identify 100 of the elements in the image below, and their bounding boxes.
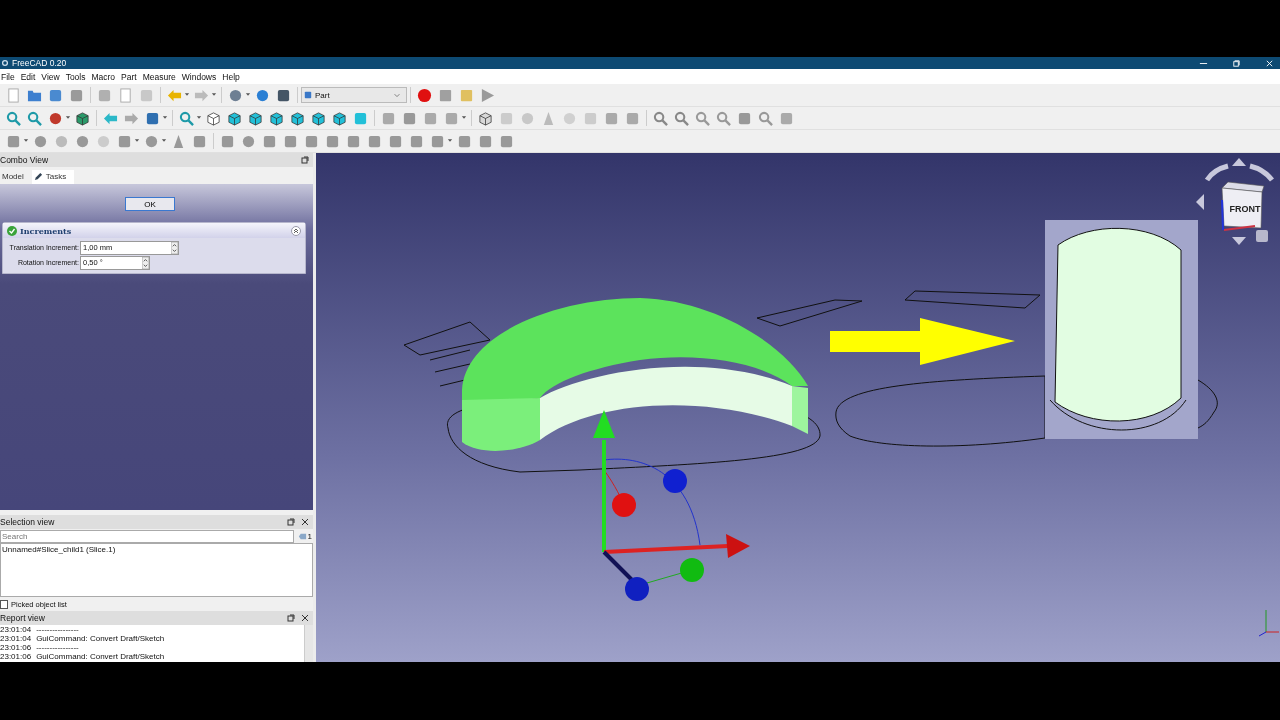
circle-icon[interactable] <box>48 110 63 126</box>
search-icon[interactable] <box>758 110 773 126</box>
cube-icon[interactable] <box>311 110 326 126</box>
caret-icon[interactable] <box>184 92 190 98</box>
caret-icon[interactable] <box>245 92 251 98</box>
cube-icon[interactable] <box>248 110 263 126</box>
square-icon[interactable] <box>48 87 63 103</box>
page-icon[interactable] <box>118 87 133 103</box>
caret-icon[interactable] <box>161 138 167 144</box>
search-icon[interactable] <box>6 110 21 126</box>
spinner-icon[interactable] <box>142 256 149 269</box>
workbench-dropdown[interactable]: Part <box>301 87 407 103</box>
nav-arrow-icon[interactable] <box>1232 237 1246 245</box>
caret-icon[interactable] <box>23 138 29 144</box>
float-icon[interactable] <box>301 156 309 164</box>
circle-icon[interactable] <box>33 133 48 149</box>
right-arrow-icon[interactable] <box>124 110 139 126</box>
gear-icon <box>1 59 9 67</box>
search-icon[interactable] <box>653 110 668 126</box>
scrollbar[interactable] <box>304 625 313 662</box>
page-icon[interactable] <box>6 87 21 103</box>
menu-item[interactable]: Measure <box>142 71 176 82</box>
circle-icon[interactable] <box>241 133 256 149</box>
clear-icon[interactable] <box>297 531 307 541</box>
check-icon <box>7 225 17 236</box>
3d-viewport[interactable]: FRONT <box>316 153 1280 662</box>
caret-icon[interactable] <box>211 92 217 98</box>
caret-icon[interactable] <box>196 115 202 121</box>
caret-icon[interactable] <box>447 138 453 144</box>
caret-icon[interactable] <box>65 115 71 121</box>
navigation-cube[interactable] <box>1221 181 1265 231</box>
panel-title: Increments <box>20 225 72 236</box>
cube-icon[interactable] <box>269 110 284 126</box>
cube-icon[interactable] <box>206 110 221 126</box>
collapse-icon[interactable] <box>291 225 301 236</box>
panel-title: Report view <box>0 613 45 623</box>
menu-item[interactable]: Windows <box>181 71 217 82</box>
menu-item[interactable]: Tools <box>65 71 86 82</box>
log-time: 23:01:06 <box>0 643 32 652</box>
menu-item[interactable]: View <box>41 71 60 82</box>
cube-icon <box>304 91 312 99</box>
circle-icon[interactable] <box>75 133 90 149</box>
search-icon[interactable] <box>27 110 42 126</box>
log-time: 23:01:04 <box>0 634 32 643</box>
play-icon[interactable] <box>480 87 495 103</box>
nav-arrow-icon[interactable] <box>1196 194 1204 210</box>
search-icon[interactable] <box>695 110 710 126</box>
list-item[interactable]: Unnamed#Slice_child1 (Slice.1) <box>1 544 117 555</box>
float-icon[interactable] <box>287 518 295 526</box>
circle-icon[interactable] <box>255 87 270 103</box>
cone-icon[interactable] <box>171 133 186 149</box>
menu-item[interactable]: Help <box>222 71 240 82</box>
menu-item[interactable]: File <box>1 71 15 82</box>
checkbox[interactable] <box>0 599 8 609</box>
menu-item[interactable]: Edit <box>20 71 36 82</box>
tab[interactable]: Tasks <box>31 170 75 184</box>
float-icon[interactable] <box>287 614 295 622</box>
log-message: GuiCommand: Convert Draft/Sketch <box>36 652 165 661</box>
window-title: FreeCAD 0.20 <box>12 58 67 68</box>
close-icon[interactable] <box>301 614 309 622</box>
square-icon[interactable] <box>145 110 160 126</box>
solid-model[interactable] <box>462 298 808 451</box>
cone-icon[interactable] <box>541 110 556 126</box>
caret-icon[interactable] <box>162 115 168 121</box>
log-time: 23:01:06 <box>0 652 32 661</box>
square-icon[interactable] <box>276 87 291 103</box>
left-arrow-icon[interactable] <box>103 110 118 126</box>
cube-icon[interactable] <box>290 110 305 126</box>
circle-icon[interactable] <box>417 87 432 103</box>
cube-icon[interactable] <box>75 110 90 126</box>
pencil-icon <box>33 172 43 181</box>
search-field[interactable]: Search <box>0 529 294 543</box>
panel-title: Combo View <box>0 155 49 165</box>
cube-icon[interactable] <box>332 110 347 126</box>
chevron-down-icon <box>393 91 401 99</box>
menu-item[interactable]: Part <box>121 71 137 82</box>
search-icon[interactable] <box>716 110 731 126</box>
axis-triad-icon <box>1258 609 1280 637</box>
transform-dragger[interactable] <box>593 410 750 601</box>
ok-button[interactable]: OK <box>125 197 175 211</box>
circle-icon[interactable] <box>228 87 243 103</box>
log-message: GuiCommand: Convert Draft/Sketch <box>36 634 165 643</box>
log-message: ---------------- <box>36 643 79 652</box>
search-icon[interactable] <box>179 110 194 126</box>
restore-icon[interactable] <box>1232 58 1241 68</box>
cube-face-label: FRONT <box>1229 204 1261 214</box>
cube-icon[interactable] <box>478 110 493 126</box>
panel-title: Selection view <box>0 517 55 527</box>
circle-icon[interactable] <box>144 133 159 149</box>
menu-item[interactable]: Macro <box>91 71 116 82</box>
spinner-icon[interactable] <box>171 241 178 254</box>
log-message: ---------------- <box>36 625 79 634</box>
log-time: 23:01:04 <box>0 625 32 634</box>
selection-count: 1 <box>307 531 312 541</box>
search-icon[interactable] <box>674 110 689 126</box>
cube-icon[interactable] <box>227 110 242 126</box>
caret-icon[interactable] <box>134 138 140 144</box>
caret-icon[interactable] <box>461 115 467 121</box>
close-icon[interactable] <box>301 518 309 526</box>
nav-arrow-icon[interactable] <box>1232 158 1246 166</box>
